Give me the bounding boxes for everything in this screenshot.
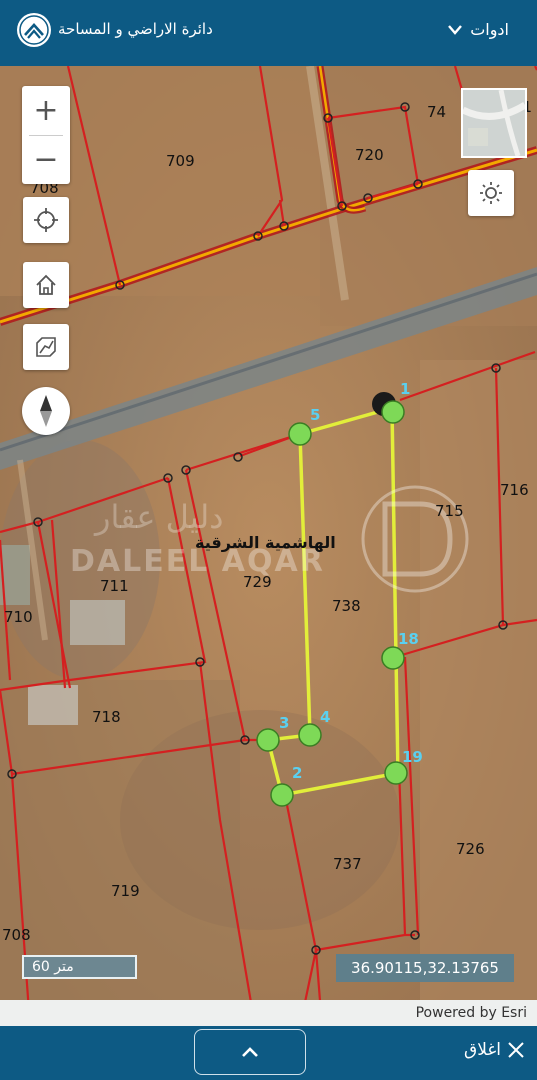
locate-button[interactable] bbox=[23, 197, 69, 243]
tools-menu[interactable]: ادوات bbox=[448, 20, 509, 39]
tools-label: ادوات bbox=[470, 20, 509, 39]
top-bar: دائرة الاراضي و المساحة ادوات bbox=[0, 0, 537, 66]
home-button[interactable] bbox=[23, 262, 69, 308]
attribution[interactable]: Powered by Esri bbox=[0, 1000, 537, 1026]
zoom-out-button[interactable]: − bbox=[22, 136, 70, 184]
locate-icon bbox=[34, 208, 58, 232]
zoom-in-button[interactable]: + bbox=[22, 87, 70, 135]
expand-panel-button[interactable] bbox=[194, 1029, 306, 1075]
coordinates-readout: 36.90115,32.13765 bbox=[336, 954, 514, 982]
logo-icon[interactable] bbox=[17, 13, 51, 47]
sun-icon bbox=[480, 182, 502, 204]
chevron-down-icon bbox=[448, 24, 463, 35]
measure-button[interactable] bbox=[23, 324, 69, 370]
close-button[interactable]: اغلاق bbox=[464, 1040, 525, 1060]
basemap-thumbnail-icon bbox=[463, 90, 525, 156]
measure-icon bbox=[36, 337, 56, 357]
zoom-control: + − bbox=[22, 86, 70, 184]
satellite-map bbox=[0, 66, 537, 1026]
basemap-toggle[interactable] bbox=[461, 88, 527, 158]
map-view[interactable]: دليل عقار DALEEL AQAR 709 720 74 21 708 … bbox=[0, 66, 537, 1026]
compass-icon bbox=[40, 395, 52, 427]
compass-button[interactable] bbox=[22, 387, 70, 435]
scale-bar: 60 متر bbox=[22, 955, 137, 979]
agency-name: دائرة الاراضي و المساحة bbox=[58, 20, 213, 38]
home-icon bbox=[36, 274, 56, 295]
close-icon bbox=[508, 1042, 524, 1058]
bottom-bar: اغلاق bbox=[0, 1026, 537, 1080]
close-label: اغلاق bbox=[464, 1040, 501, 1060]
light-mode-button[interactable] bbox=[468, 170, 514, 216]
chevron-up-icon bbox=[242, 1047, 258, 1057]
